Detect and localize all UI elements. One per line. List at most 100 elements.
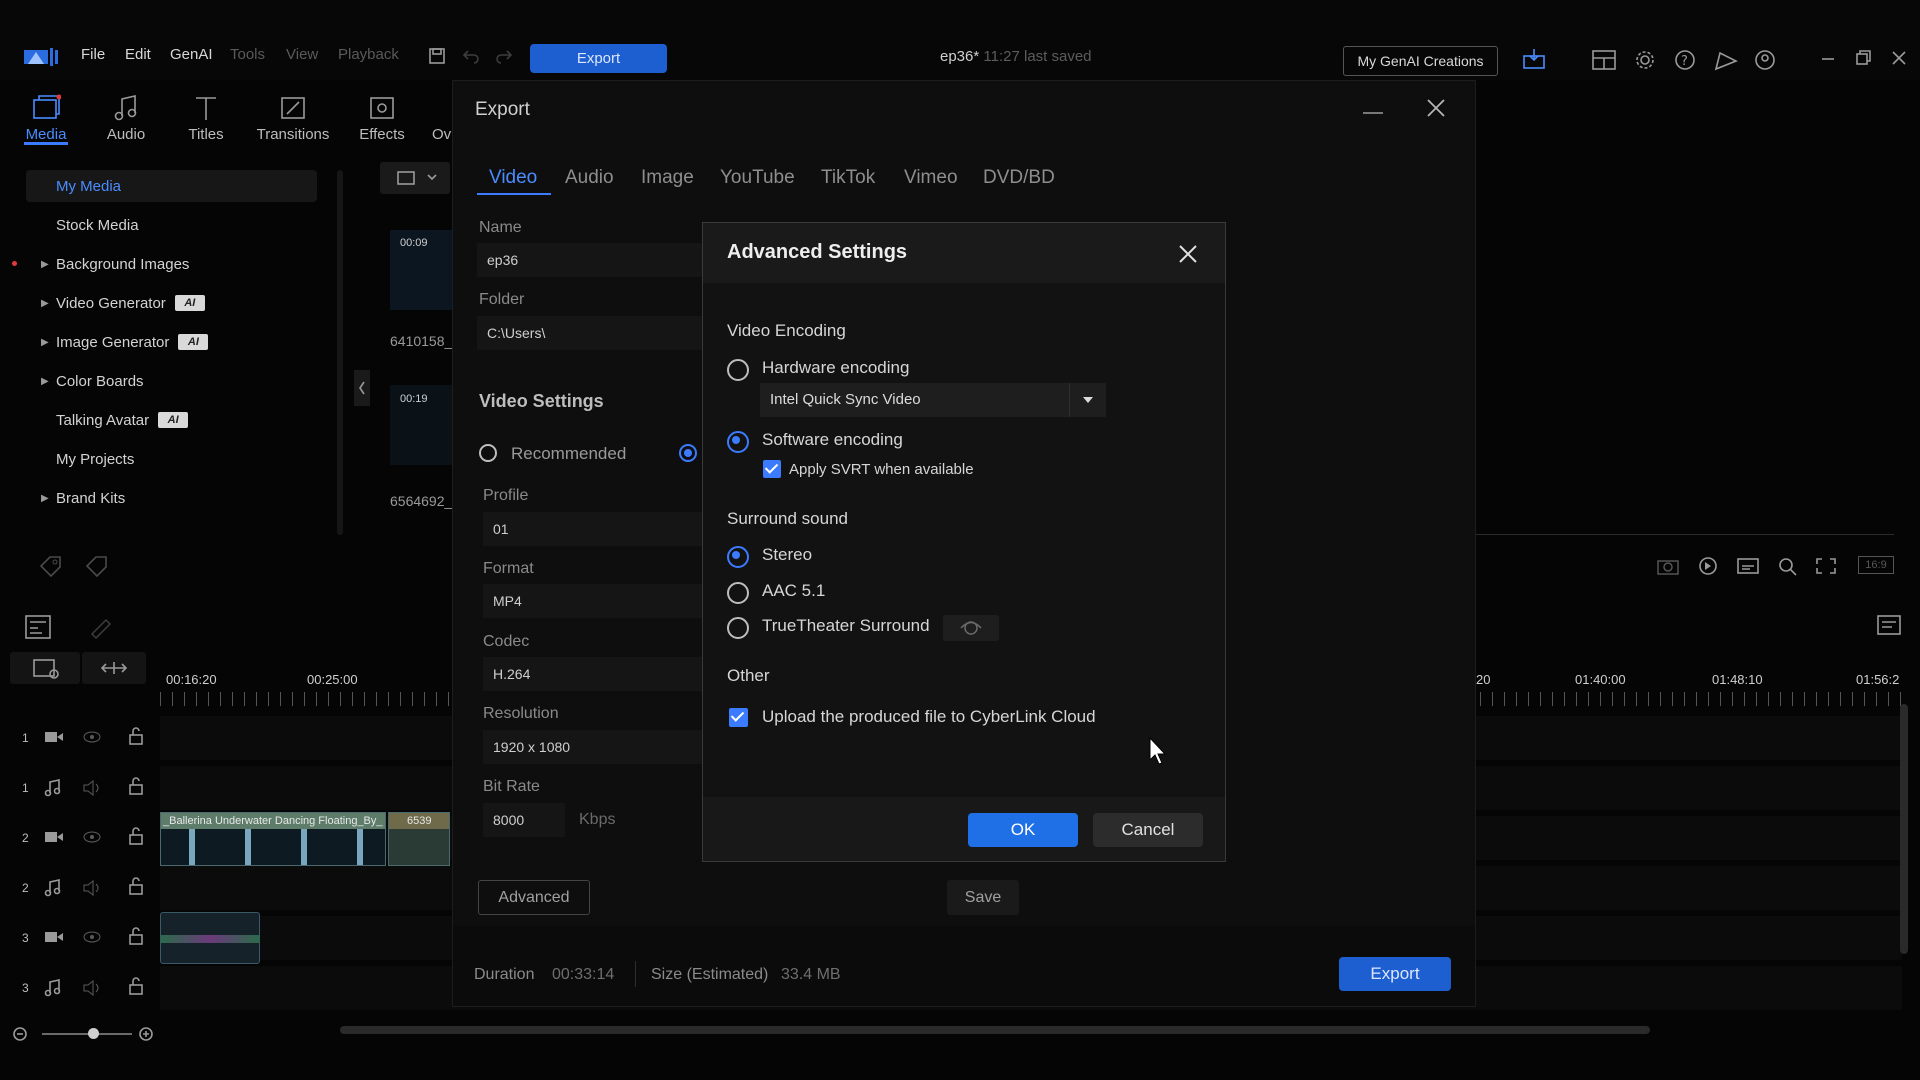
lock-icon[interactable] bbox=[128, 927, 144, 948]
remove-tag-icon[interactable] bbox=[84, 554, 110, 581]
expand-arrow-icon[interactable]: ▶ bbox=[41, 493, 49, 504]
export-button[interactable]: Export bbox=[1339, 957, 1451, 991]
aac51-label[interactable]: AAC 5.1 bbox=[762, 581, 825, 601]
import-icon[interactable] bbox=[1522, 48, 1546, 73]
layout-icon[interactable] bbox=[1592, 50, 1616, 73]
timeline-clip[interactable]: _Ballerina Underwater Dancing Floating_B… bbox=[160, 812, 386, 866]
preview-play-icon[interactable] bbox=[1696, 556, 1720, 579]
tree-stock-media[interactable]: Stock Media bbox=[56, 215, 139, 235]
timeline-clip[interactable] bbox=[160, 912, 260, 964]
tree-color-boards[interactable]: ▶ Color Boards bbox=[41, 371, 144, 391]
speaker-icon[interactable] bbox=[82, 779, 102, 799]
name-input[interactable]: ep36 bbox=[477, 243, 707, 277]
tab-titles[interactable]: Titles bbox=[166, 92, 246, 144]
hardware-encoding-radio[interactable] bbox=[727, 359, 749, 381]
upload-cloud-checkbox[interactable] bbox=[729, 708, 748, 727]
expand-arrow-icon[interactable]: ▶ bbox=[41, 337, 49, 348]
fit-timeline-button[interactable] bbox=[82, 652, 146, 684]
minimize-icon[interactable] bbox=[1820, 50, 1836, 69]
help-icon[interactable]: ? bbox=[1674, 49, 1696, 74]
profile-select[interactable]: 01 bbox=[483, 512, 713, 546]
codec-select[interactable]: H.264 bbox=[483, 657, 713, 691]
tab-youtube[interactable]: YouTube bbox=[720, 167, 795, 189]
tab-audio[interactable]: Audio bbox=[565, 167, 614, 189]
zoom-in-icon[interactable] bbox=[138, 1026, 154, 1045]
expand-arrow-icon[interactable]: ▶ bbox=[41, 259, 49, 270]
truetheater-radio[interactable] bbox=[727, 617, 749, 639]
cancel-button[interactable]: Cancel bbox=[1093, 813, 1203, 847]
subtitle-icon[interactable] bbox=[1736, 556, 1760, 579]
tab-tiktok[interactable]: TikTok bbox=[821, 167, 875, 189]
advanced-button[interactable]: Advanced bbox=[478, 880, 590, 915]
dropdown-chevron-icon[interactable] bbox=[1069, 383, 1106, 417]
menu-playback[interactable]: Playback bbox=[338, 46, 399, 63]
timeline-horizontal-scrollbar[interactable] bbox=[340, 1026, 1650, 1034]
lock-icon[interactable] bbox=[128, 777, 144, 798]
expand-arrow-icon[interactable]: ▶ bbox=[41, 298, 49, 309]
menu-edit[interactable]: Edit bbox=[125, 46, 151, 63]
eye-icon[interactable] bbox=[82, 830, 102, 847]
restore-icon[interactable] bbox=[1855, 50, 1871, 69]
feedback-icon[interactable] bbox=[1714, 49, 1738, 74]
tab-effects[interactable]: Effects bbox=[342, 92, 422, 144]
tab-overflow-label[interactable]: Ov bbox=[432, 126, 451, 143]
tree-talking-avatar[interactable]: Talking Avatar AI bbox=[56, 410, 189, 430]
tree-brand-kits[interactable]: ▶ Brand Kits bbox=[41, 488, 125, 508]
stereo-label[interactable]: Stereo bbox=[762, 545, 812, 565]
menu-tools[interactable]: Tools bbox=[230, 46, 265, 63]
save-project-icon[interactable] bbox=[428, 47, 446, 68]
expand-arrow-icon[interactable]: ▶ bbox=[41, 376, 49, 387]
timeline-tools-icon[interactable] bbox=[24, 614, 52, 643]
software-encoding-radio[interactable] bbox=[727, 431, 749, 453]
speaker-icon[interactable] bbox=[82, 979, 102, 999]
tab-transitions[interactable]: Transitions bbox=[253, 92, 333, 144]
recommended-label[interactable]: Recommended bbox=[511, 444, 626, 464]
tree-image-generator[interactable]: ▶ Image Generator AI bbox=[41, 332, 209, 352]
export-top-button[interactable]: Export bbox=[530, 44, 667, 73]
tab-video[interactable]: Video bbox=[489, 167, 537, 189]
pen-tool-icon[interactable] bbox=[88, 614, 116, 643]
preview-scrubber[interactable] bbox=[1476, 534, 1894, 535]
tree-my-media[interactable]: My Media bbox=[56, 176, 121, 196]
track-manager-button[interactable] bbox=[10, 652, 80, 684]
close-app-icon[interactable] bbox=[1891, 50, 1907, 69]
tree-video-generator[interactable]: ▶ Video Generator AI bbox=[41, 293, 205, 313]
library-scrollbar[interactable] bbox=[337, 170, 343, 535]
timeline-settings-icon[interactable] bbox=[1876, 612, 1904, 641]
eye-icon[interactable] bbox=[82, 730, 102, 747]
menu-file[interactable]: File bbox=[81, 46, 105, 63]
tab-image[interactable]: Image bbox=[641, 167, 694, 189]
zoom-preview-icon[interactable] bbox=[1776, 556, 1800, 579]
aac51-radio[interactable] bbox=[727, 582, 749, 604]
format-select[interactable]: MP4 bbox=[483, 584, 713, 618]
bitrate-input[interactable]: 8000 bbox=[483, 803, 565, 837]
save-profile-button[interactable]: Save bbox=[947, 880, 1019, 915]
truetheater-label[interactable]: TrueTheater Surround bbox=[762, 616, 930, 636]
speaker-icon[interactable] bbox=[82, 879, 102, 899]
close-export-icon[interactable] bbox=[1425, 97, 1447, 122]
snapshot-icon[interactable] bbox=[1656, 556, 1680, 579]
lock-icon[interactable] bbox=[128, 727, 144, 748]
custom-radio[interactable] bbox=[679, 444, 697, 462]
hardware-encoder-select[interactable]: Intel Quick Sync Video bbox=[760, 383, 1106, 417]
upload-cloud-label[interactable]: Upload the produced file to CyberLink Cl… bbox=[762, 707, 1096, 727]
zoom-out-icon[interactable] bbox=[12, 1026, 28, 1045]
menu-genai[interactable]: GenAI bbox=[170, 46, 213, 63]
recommended-radio[interactable] bbox=[479, 444, 497, 462]
ok-button[interactable]: OK bbox=[968, 813, 1078, 847]
stereo-radio[interactable] bbox=[727, 546, 749, 568]
timeline-clip[interactable]: 6539 bbox=[388, 812, 450, 866]
close-dialog-icon[interactable] bbox=[1177, 243, 1199, 268]
tab-media[interactable]: Media bbox=[6, 92, 86, 144]
menu-view[interactable]: View bbox=[286, 46, 318, 63]
software-encoding-label[interactable]: Software encoding bbox=[762, 430, 903, 450]
folder-input[interactable]: C:\Users\ bbox=[477, 316, 707, 350]
account-icon[interactable] bbox=[1754, 49, 1776, 74]
tree-my-projects[interactable]: My Projects bbox=[56, 449, 134, 469]
timeline-vertical-scrollbar[interactable] bbox=[1900, 704, 1908, 954]
apply-svrt-checkbox[interactable] bbox=[763, 460, 781, 478]
collapse-panel-button[interactable] bbox=[354, 370, 370, 406]
hardware-encoding-label[interactable]: Hardware encoding bbox=[762, 358, 909, 378]
minimize-export-icon[interactable] bbox=[1361, 105, 1385, 124]
import-media-button[interactable] bbox=[380, 162, 450, 194]
